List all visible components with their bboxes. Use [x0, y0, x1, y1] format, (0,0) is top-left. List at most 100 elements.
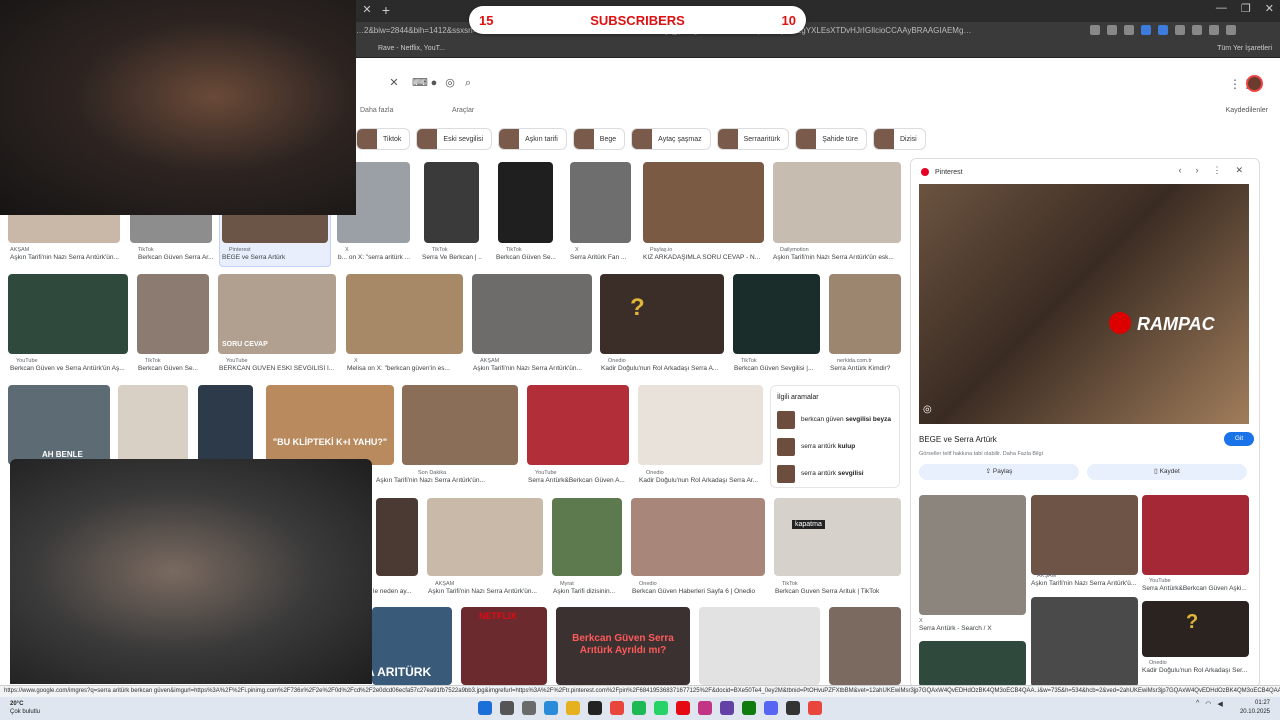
image-result[interactable] [631, 498, 765, 576]
more-icon[interactable]: ⋮ [1212, 165, 1221, 176]
extension-icon[interactable] [1192, 25, 1202, 35]
chip-tiktok[interactable]: Tiktok [356, 128, 411, 150]
image-caption[interactable]: Aşkın Tarifi dizisinin... [553, 588, 623, 595]
save-button[interactable]: ▯ Kaydet [1087, 464, 1247, 480]
panel-source[interactable]: Pinterest [921, 168, 963, 176]
related-image[interactable] [919, 641, 1026, 687]
chevron-up-icon[interactable]: ^ [1196, 700, 1199, 708]
image-result[interactable] [346, 274, 463, 354]
close-window-icon[interactable]: ✕ [1265, 2, 1274, 15]
image-caption[interactable]: Berkcan Güven Haberleri Sayfa 6 | Onedio [632, 588, 766, 595]
image-result[interactable]: ? [600, 274, 724, 354]
xbox-icon[interactable] [742, 701, 756, 715]
windows-start-icon[interactable] [478, 701, 492, 715]
lens-icon[interactable]: ◎ [923, 404, 932, 415]
chip-eski-sevgilisi[interactable]: Eski sevgilisi [416, 128, 493, 150]
spotify-icon[interactable] [632, 701, 646, 715]
weather-widget[interactable]: 20°C Çok bulutlu [10, 700, 40, 716]
folder-icon[interactable] [566, 701, 580, 715]
lens-icon[interactable]: ◎ [444, 77, 456, 89]
image-caption[interactable]: Serra Ve Berkcan | ... [422, 254, 482, 261]
image-caption[interactable]: Berkcan Guven Serra Arituk | TikTok [775, 588, 901, 595]
image-caption[interactable]: Aşkın Tarifi'nin Nazı Serra Arıtürk'ün e… [773, 254, 901, 261]
volume-icon[interactable]: ◀ [1217, 700, 1222, 708]
image-caption[interactable]: Berkcan Güven Se... [138, 365, 208, 372]
related-image[interactable] [1031, 597, 1138, 687]
image-caption[interactable]: KIZ ARKADAŞIMLA SORU CEVAP - N... [643, 254, 764, 261]
next-icon[interactable]: › [1195, 165, 1198, 176]
clock[interactable]: 01:27 20.10.2025 [1240, 699, 1270, 717]
new-tab-icon[interactable]: + [378, 2, 394, 18]
image-result[interactable] [699, 607, 820, 685]
image-caption[interactable]: Serra Arıtürk&Berkcan Güven A... [528, 477, 628, 484]
chip-aytac-sasmaz[interactable]: Aytaç şaşmaz [631, 128, 711, 150]
related-item[interactable]: berkcan güven sevgilisi beyza [775, 409, 899, 431]
task-view-icon[interactable] [522, 701, 536, 715]
saved-link[interactable]: Kaydedilenler [1226, 107, 1268, 114]
search-icon[interactable]: ⌕ [462, 77, 474, 89]
image-caption[interactable]: le neden ay... [373, 588, 417, 595]
image-caption[interactable]: Berkcan Güven Serra Ar... [138, 254, 214, 261]
related-item[interactable]: serra arıtürk kulup [775, 436, 899, 458]
image-result[interactable] [402, 385, 518, 465]
image-caption[interactable]: Serra Arıtürk&Berkcan Güven Aşki... [1142, 585, 1249, 592]
instagram-icon[interactable] [698, 701, 712, 715]
image-caption[interactable]: Aşkın Tarifi'nin Nazı Serra Arıtürk'ün..… [473, 365, 591, 372]
edge-icon[interactable] [544, 701, 558, 715]
related-image[interactable] [919, 495, 1026, 615]
chip-serraariturk[interactable]: Serraaritürk [716, 128, 790, 150]
image-result[interactable]: kapatma [774, 498, 901, 576]
close-icon[interactable]: ✕ [1235, 165, 1243, 176]
related-image[interactable]: ? [1142, 601, 1249, 657]
prev-icon[interactable]: ‹ [1178, 165, 1181, 176]
image-caption[interactable]: Aşkın Tarifi'nin Nazı Serra Arıtürk'ün..… [376, 477, 518, 484]
image-caption[interactable]: Serra Aritürk Fan ... [570, 254, 632, 261]
image-caption[interactable]: Serra Arıtürk - Search / X [919, 625, 1026, 632]
image-result[interactable] [638, 385, 763, 465]
image-caption[interactable]: BERKCAN GÜVEN ESKİ SEVGİLİSİ İ... [219, 365, 335, 372]
image-caption[interactable]: Kadir Doğulu'nun Rol Arkadaşı Ser... [1142, 667, 1249, 674]
bookmark-rave[interactable]: Rave - Netflix, YouT... [378, 45, 445, 52]
app-icon[interactable] [786, 701, 800, 715]
go-button[interactable]: Git [1224, 432, 1254, 446]
extension-icon[interactable] [1175, 25, 1185, 35]
close-tab-icon[interactable]: ✕ [360, 3, 374, 17]
image-result[interactable]: SORU CEVAP [218, 274, 336, 354]
preview-image[interactable]: RAMPAC ◎ [919, 184, 1249, 424]
keyboard-icon[interactable]: ⌨ [412, 77, 428, 89]
chip-dizisi[interactable]: Dizisi [873, 128, 926, 150]
image-caption[interactable]: Aşkın Tarifi'nin Nazı Serra Arıtürk'ün..… [10, 254, 120, 261]
image-caption[interactable]: b... on X: "serra aritürk ... [338, 254, 410, 261]
image-caption[interactable]: Kadir Doğulu'nun Rol Arkadaşı Serra A... [601, 365, 723, 372]
apps-grid-icon[interactable]: ⋮⋮ [1229, 78, 1253, 90]
image-result[interactable] [8, 274, 128, 354]
image-caption[interactable]: Berkcan Güven Sevgilisi |... [734, 365, 820, 372]
chip-askin-tarifi[interactable]: Aşkın tarifi [498, 128, 567, 150]
related-image[interactable] [1142, 495, 1249, 575]
minimize-icon[interactable]: — [1216, 2, 1227, 15]
image-caption[interactable]: Berkcan Güven ve Serra Arıtürk'ün Aş... [10, 365, 130, 372]
image-result[interactable] [118, 385, 188, 465]
store-icon[interactable] [588, 701, 602, 715]
panel-title[interactable]: BEGE ve Serra Artürk [919, 435, 997, 444]
profile-icon[interactable] [1209, 25, 1219, 35]
menu-icon[interactable] [1226, 25, 1236, 35]
share-button[interactable]: ⇪ Paylaş [919, 464, 1079, 480]
image-result[interactable]: A ARITÜRK [372, 607, 452, 685]
image-result[interactable] [498, 162, 553, 243]
avatar[interactable] [1246, 75, 1263, 92]
image-caption[interactable]: Kadir Doğulu'nun Rol Arkadaşı Serra Ar..… [639, 477, 763, 484]
image-caption[interactable]: Berkcan Güven Se... [496, 254, 556, 261]
image-result[interactable] [527, 385, 629, 465]
image-result[interactable]: Berkcan Güven Serra Arıtürk Ayrıldı mı? [556, 607, 690, 685]
search-icon[interactable] [1090, 25, 1100, 35]
image-result[interactable]: AH BENLE [8, 385, 110, 465]
image-caption[interactable]: Serra Arıtürk Kimdir? [830, 365, 900, 372]
image-caption[interactable]: Melisa on X: "berkcan güven'in es... [347, 365, 463, 372]
chrome-icon[interactable] [610, 701, 624, 715]
related-image[interactable] [1031, 495, 1138, 575]
image-result[interactable] [424, 162, 479, 243]
image-caption[interactable]: Aşkın Tarifi'nin Nazı Serra Arıtürk'ün..… [428, 588, 544, 595]
mic-icon[interactable]: ● [428, 77, 440, 89]
chip-bege[interactable]: Bege [572, 128, 626, 150]
